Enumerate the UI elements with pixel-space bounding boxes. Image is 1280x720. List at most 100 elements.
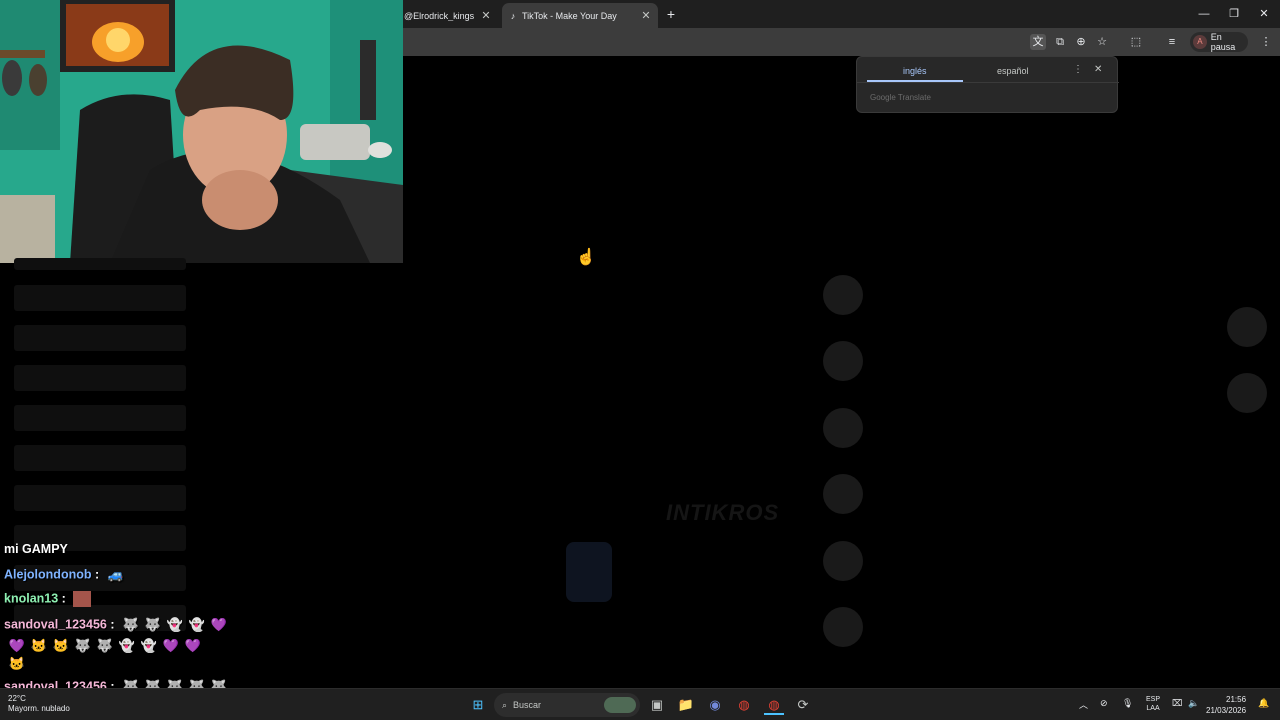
purple-sparkle-emote-icon: 💜 xyxy=(184,638,202,653)
skeleton-row xyxy=(14,325,186,351)
bookmark-star-icon[interactable]: ☆ xyxy=(1094,34,1110,50)
clock-time: 21:56 xyxy=(1226,695,1247,704)
wolf-emote-icon: 🐺 xyxy=(74,638,92,653)
weather-widget[interactable]: 22°C Mayorm. nublado xyxy=(8,694,70,714)
microphone-icon[interactable]: 🎙 xyxy=(1122,698,1133,709)
show-hidden-icons[interactable]: ︿ xyxy=(1079,698,1088,711)
input-language[interactable]: ESP LAA xyxy=(1146,695,1160,713)
taskbar-clock[interactable]: 21:56 21/03/2026 xyxy=(1206,694,1246,716)
menu-kebab-icon[interactable]: ⋮ xyxy=(1258,34,1274,50)
chrome-icon[interactable]: ◍ xyxy=(734,695,754,715)
wolf-emote-icon: 🐺 xyxy=(144,617,162,632)
minimize-icon[interactable]: — xyxy=(1196,6,1212,22)
install-app-icon[interactable]: ⧉ xyxy=(1052,34,1068,50)
language-code: ESP xyxy=(1146,696,1161,703)
cat-emote-icon: 🐱 xyxy=(30,638,48,653)
camera-off-icon[interactable]: ⊘ xyxy=(1100,698,1108,709)
purple-sparkle-emote-icon: 💜 xyxy=(210,617,228,632)
tab-label: TikTok - Make Your Day xyxy=(522,10,617,21)
chat-message: sandoval_123456 : 🐺 🐺 👻 👻 💜 xyxy=(4,617,228,632)
avatar: A xyxy=(1193,35,1207,49)
close-tab-icon[interactable]: ✕ xyxy=(640,9,652,22)
ghost-emote-icon: 👻 xyxy=(140,638,158,653)
like-button-skeleton[interactable] xyxy=(823,275,863,315)
bookmark-button-skeleton[interactable] xyxy=(823,408,863,448)
tiktok-icon: ♪ xyxy=(510,10,516,21)
skeleton-row xyxy=(14,445,186,471)
wolf-emote-icon: 🐺 xyxy=(96,638,114,653)
webcam-feed xyxy=(0,0,403,263)
hand-cursor-icon: ☝ xyxy=(576,249,596,266)
car-emote-icon: 🚙 xyxy=(107,567,124,582)
chat-message: knolan13 : xyxy=(4,591,92,607)
chat-message: mi GAMPY xyxy=(4,542,68,556)
skeleton-row xyxy=(14,485,186,511)
comment-button-skeleton[interactable] xyxy=(823,341,863,381)
network-icon[interactable]: ⌧ xyxy=(1172,698,1182,709)
purple-sparkle-emote-icon: 💜 xyxy=(8,638,26,653)
chat-username: sandoval_123456 xyxy=(4,617,107,632)
media-control-icon[interactable]: ≡ xyxy=(1164,34,1180,50)
chrome-active-icon[interactable]: ◍ xyxy=(764,695,784,715)
more-options-icon[interactable]: ⋮ xyxy=(1073,64,1083,75)
windows-start-icon[interactable]: ⊞ xyxy=(468,695,488,715)
tab-source-language[interactable]: inglés xyxy=(903,66,927,76)
next-video-button[interactable] xyxy=(1227,373,1267,413)
tab-tiktok[interactable]: ♪ TikTok - Make Your Day ✕ xyxy=(502,3,658,28)
face-emote-icon xyxy=(73,591,92,607)
close-window-icon[interactable]: ✕ xyxy=(1256,6,1272,22)
close-tab-icon[interactable]: ✕ xyxy=(480,9,492,22)
skeleton-row xyxy=(14,258,186,270)
zoom-icon[interactable]: ⊕ xyxy=(1073,34,1089,50)
wolf-emote-icon: 🐺 xyxy=(122,617,140,632)
tab-elrodrick-kings[interactable]: @Elrodrick_kings ✕ xyxy=(398,3,498,28)
tab-label: @Elrodrick_kings xyxy=(404,10,475,21)
cat-emote-icon: 🐱 xyxy=(8,656,26,671)
profile-status: En pausa xyxy=(1210,32,1236,52)
google-translate-logo: Google Translate xyxy=(870,93,931,102)
windows-taskbar: 22°C Mayorm. nublado ⊞ ⌕ Buscar ▣ 📁 ◉ ◍ … xyxy=(0,688,1280,720)
taskbar-search[interactable]: ⌕ Buscar xyxy=(494,693,640,717)
chat-emote-row: 💜 🐱 🐱 🐺 🐺 👻 👻 💜 💜 xyxy=(4,638,202,654)
cat-emote-icon: 🐱 xyxy=(52,638,70,653)
task-view-icon[interactable]: ▣ xyxy=(647,695,667,715)
discord-icon[interactable]: ◉ xyxy=(705,695,725,715)
video-thumbnail[interactable] xyxy=(566,542,612,602)
chat-username: Alejolondonob xyxy=(4,567,92,582)
purple-sparkle-emote-icon: 💜 xyxy=(162,638,180,653)
language-layout: LAA xyxy=(1146,705,1160,712)
ghost-emote-icon: 👻 xyxy=(166,617,184,632)
tab-target-language[interactable]: español xyxy=(997,66,1029,76)
close-icon[interactable]: ✕ xyxy=(1094,64,1102,75)
profile-button[interactable]: A En pausa xyxy=(1190,32,1248,52)
chat-username: knolan13 xyxy=(4,591,59,606)
previous-video-button[interactable] xyxy=(1227,307,1267,347)
music-button-skeleton[interactable] xyxy=(823,541,863,581)
search-highlight-icon xyxy=(604,697,636,713)
video-watermark: INTIKROS xyxy=(666,500,780,525)
maximize-icon[interactable]: ❐ xyxy=(1226,6,1242,22)
search-icon: ⌕ xyxy=(502,699,508,710)
chat-message: Alejolondonob : 🚙 xyxy=(4,567,124,582)
divider xyxy=(857,82,1119,83)
ghost-emote-icon: 👻 xyxy=(118,638,136,653)
file-explorer-icon[interactable]: 📁 xyxy=(676,695,696,715)
weather-temp: 22°C xyxy=(8,694,26,703)
more-button-skeleton[interactable] xyxy=(823,607,863,647)
share-button-skeleton[interactable] xyxy=(823,474,863,514)
clock-date: 21/03/2026 xyxy=(1206,706,1247,715)
chat-username: mi GAMPY xyxy=(4,542,68,556)
new-tab-button[interactable]: + xyxy=(662,5,680,23)
translate-icon[interactable]: 文 xyxy=(1030,34,1046,50)
skeleton-row xyxy=(14,365,186,391)
notification-bell-icon[interactable]: 🔔 xyxy=(1258,698,1269,709)
ghost-emote-icon: 👻 xyxy=(188,617,206,632)
chat-emote-row: 🐱 xyxy=(4,656,26,672)
weather-desc: Mayorm. nublado xyxy=(8,704,70,713)
extensions-icon[interactable]: ⬚ xyxy=(1128,34,1144,50)
search-placeholder: Buscar xyxy=(513,700,542,710)
skeleton-row xyxy=(14,405,186,431)
app-icon[interactable]: ⟳ xyxy=(793,695,813,715)
volume-icon[interactable]: 🔈 xyxy=(1188,698,1199,709)
skeleton-row xyxy=(14,285,186,311)
